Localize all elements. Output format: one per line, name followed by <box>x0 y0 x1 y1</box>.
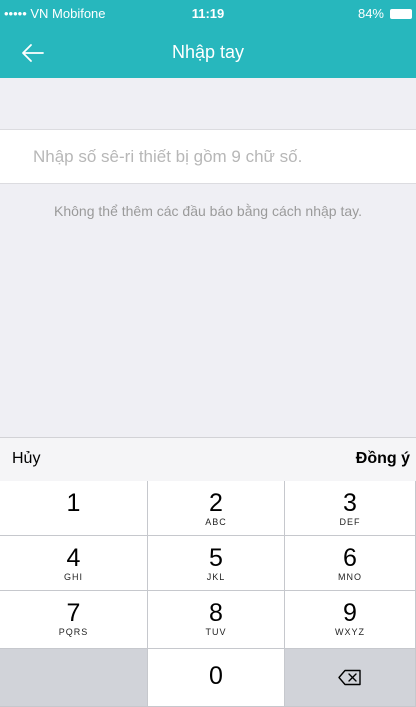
key-letters: WXYZ <box>335 627 365 637</box>
empty-key <box>0 649 148 707</box>
battery-percent: 84% <box>357 6 384 21</box>
key-digit: 2 <box>209 489 223 517</box>
key-digit: 3 <box>343 489 357 517</box>
key-4[interactable]: 4 GHI <box>0 536 148 591</box>
key-letters: GHI <box>63 572 83 582</box>
key-letters: ABC <box>205 517 227 527</box>
header-spacer <box>0 78 416 129</box>
numeric-keypad: 1 2 ABC 3 DEF 4 GHI 5 JKL 6 MNO 7 PQRS 8… <box>0 481 416 707</box>
key-3[interactable]: 3 DEF <box>285 481 416 536</box>
key-9[interactable]: 9 WXYZ <box>285 591 416 649</box>
key-digit: 6 <box>343 544 357 572</box>
key-digit: 9 <box>343 599 357 627</box>
key-8[interactable]: 8 TUV <box>148 591 285 649</box>
delete-key[interactable] <box>285 649 416 707</box>
serial-number-input[interactable] <box>0 130 416 183</box>
cancel-button[interactable]: Hủy <box>12 450 40 468</box>
serial-input-row <box>0 129 416 184</box>
key-1[interactable]: 1 <box>0 481 148 536</box>
key-digit: 8 <box>209 599 223 627</box>
battery-icon <box>390 9 412 19</box>
backspace-icon <box>338 669 361 686</box>
key-0[interactable]: 0 <box>148 649 285 707</box>
key-digit: 1 <box>66 489 81 517</box>
key-5[interactable]: 5 JKL <box>148 536 285 591</box>
key-letters: MNO <box>338 572 362 582</box>
confirm-button[interactable]: Đồng ý <box>356 450 410 468</box>
key-digit: 4 <box>66 544 81 572</box>
key-letters: PQRS <box>58 627 89 637</box>
key-digit: 7 <box>66 599 81 627</box>
key-letters: JKL <box>206 572 226 582</box>
key-2[interactable]: 2 ABC <box>148 481 285 536</box>
keyboard-toolbar: Hủy Đồng ý <box>0 437 416 481</box>
page-title: Nhập tay <box>171 42 245 62</box>
nav-bar: Nhập tay <box>0 28 416 78</box>
key-digit: 5 <box>209 544 223 572</box>
status-time: 11:19 <box>191 6 225 21</box>
key-digit: 0 <box>209 662 223 690</box>
key-7[interactable]: 7 PQRS <box>0 591 148 649</box>
key-letters: DEF <box>339 517 361 527</box>
manual-entry-note: Không thể thêm các đầu báo bằng cách nhậ… <box>54 203 362 219</box>
key-6[interactable]: 6 MNO <box>285 536 416 591</box>
key-letters: TUV <box>205 627 227 637</box>
status-bar: ••••• VN Mobifone 11:19 84% <box>0 0 416 28</box>
